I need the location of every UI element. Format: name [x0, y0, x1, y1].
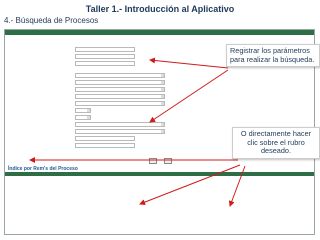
index-column: [213, 178, 313, 226]
index-column: [8, 178, 108, 202]
index-item[interactable]: [213, 222, 313, 226]
form-select[interactable]: [75, 94, 165, 99]
form-row: [5, 142, 205, 148]
index-column: [111, 178, 211, 226]
slide-title: Taller 1.- Introducción al Aplicativo: [85, 4, 235, 14]
form-select[interactable]: [75, 80, 165, 85]
form-select[interactable]: [75, 108, 91, 113]
form-row: [5, 114, 205, 120]
form-row: [5, 46, 205, 52]
slide-subtitle: 4.- Búsqueda de Procesos: [4, 16, 99, 25]
form-row: [5, 79, 205, 85]
index-item[interactable]: [8, 198, 108, 202]
form-input[interactable]: [75, 47, 135, 52]
index-header-bar: [5, 172, 314, 176]
form-input[interactable]: [75, 54, 135, 59]
form-select[interactable]: [75, 129, 165, 134]
intro-paragraph: [7, 36, 312, 44]
form-input[interactable]: [75, 136, 135, 141]
form-row: [5, 107, 205, 113]
form-row: [5, 72, 205, 78]
form-row: [5, 93, 205, 99]
form-row: [5, 53, 205, 59]
form-row: [5, 135, 205, 141]
form-row: [5, 128, 205, 134]
form-row: [5, 60, 205, 66]
form-select[interactable]: [75, 122, 165, 127]
app-header-bar: [5, 30, 314, 35]
form-select[interactable]: [75, 87, 165, 92]
callout-register-parameters: Registrar los parámetros para realizar l…: [226, 44, 320, 68]
form-row: [5, 100, 205, 106]
callout-click-heading: O directamente hacer clic sobre el rubro…: [232, 127, 320, 159]
search-button[interactable]: [149, 158, 158, 164]
clear-button[interactable]: [163, 158, 172, 164]
form-select[interactable]: [75, 101, 165, 106]
form-select[interactable]: [75, 73, 165, 78]
form-input[interactable]: [75, 61, 135, 66]
index-item[interactable]: [111, 222, 211, 226]
form-row: [5, 121, 205, 127]
index-section: Índice por Rem's del Proceso: [5, 166, 314, 234]
form-row: [5, 86, 205, 92]
form-select[interactable]: [75, 115, 91, 120]
form-input[interactable]: [75, 143, 135, 148]
